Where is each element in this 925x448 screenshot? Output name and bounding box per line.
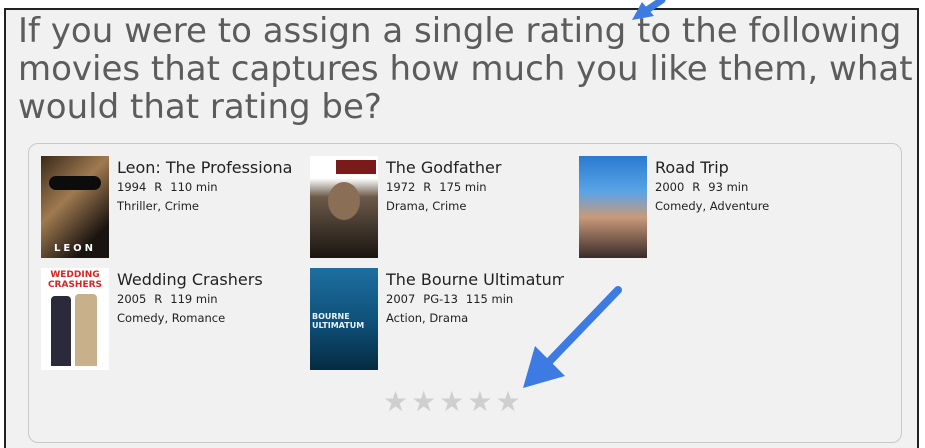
movie-genres: Drama, Crime [386, 199, 467, 213]
movie-runtime: 115 min [465, 292, 514, 306]
poster-bourne-ultimatum: BOURNE ULTIMATUM [310, 268, 378, 370]
movie-item-wedding-crashers: WEDDING CRASHERS Wedding Crashers 2005 R 1… [41, 268, 297, 370]
movie-genres: Comedy, Romance [117, 311, 226, 325]
movie-meta: 1994 R 110 min [117, 178, 292, 197]
movie-rating: R [154, 180, 163, 194]
movie-meta: 1972 R 175 min [386, 178, 566, 197]
movie-runtime: 175 min [439, 180, 487, 194]
star-rating: ★ ★ ★ ★ ★ [383, 388, 521, 416]
poster-leon-text: LEON [53, 243, 97, 254]
star-4-icon[interactable]: ★ [467, 388, 492, 416]
question-text: If you were to assign a single rating to… [18, 11, 913, 127]
movie-meta: 2005 R 119 min [117, 290, 297, 309]
movie-runtime: 93 min [708, 180, 749, 194]
movie-item-leon: LEON Leon: The Professiona 1994 R 110 min … [41, 156, 292, 258]
movie-rating: PG-13 [423, 292, 458, 306]
poster-godfather [310, 156, 378, 258]
star-3-icon[interactable]: ★ [439, 388, 464, 416]
movie-runtime: 119 min [170, 292, 218, 306]
movie-item-godfather: The Godfather 1972 R 175 min Drama, Crime [310, 156, 566, 258]
movie-rating: R [154, 292, 163, 306]
movie-item-road-trip: Road Trip 2000 R 93 min Comedy, Adventure [579, 156, 835, 258]
arrow-stars-icon [523, 286, 622, 388]
movie-runtime: 110 min [170, 180, 218, 194]
movie-year: 1972 [386, 180, 416, 194]
poster-wedding-text: WEDDING CRASHERS [47, 270, 103, 290]
arrow-top-icon [632, 0, 666, 20]
poster-wedding-crashers: WEDDING CRASHERS [41, 268, 109, 370]
movie-meta: 2000 R 93 min [655, 178, 835, 197]
movie-title: The Godfather [386, 158, 502, 177]
star-2-icon[interactable]: ★ [411, 388, 436, 416]
movie-genres: Thriller, Crime [117, 199, 199, 213]
movie-year: 1994 [117, 180, 147, 194]
movie-title: Leon: The Professiona [117, 158, 292, 177]
star-1-icon[interactable]: ★ [383, 388, 408, 416]
poster-leon: LEON [41, 156, 109, 258]
movie-title: Road Trip [655, 158, 729, 177]
poster-road-trip [579, 156, 647, 258]
movie-genres: Comedy, Adventure [655, 199, 770, 213]
movie-title: Wedding Crashers [117, 270, 263, 289]
movie-rating: R [692, 180, 701, 194]
movie-rating: R [423, 180, 432, 194]
movie-year: 2000 [655, 180, 685, 194]
movie-year: 2007 [386, 292, 416, 306]
movie-year: 2005 [117, 292, 147, 306]
poster-bourne-text: BOURNE ULTIMATUM [312, 312, 365, 330]
